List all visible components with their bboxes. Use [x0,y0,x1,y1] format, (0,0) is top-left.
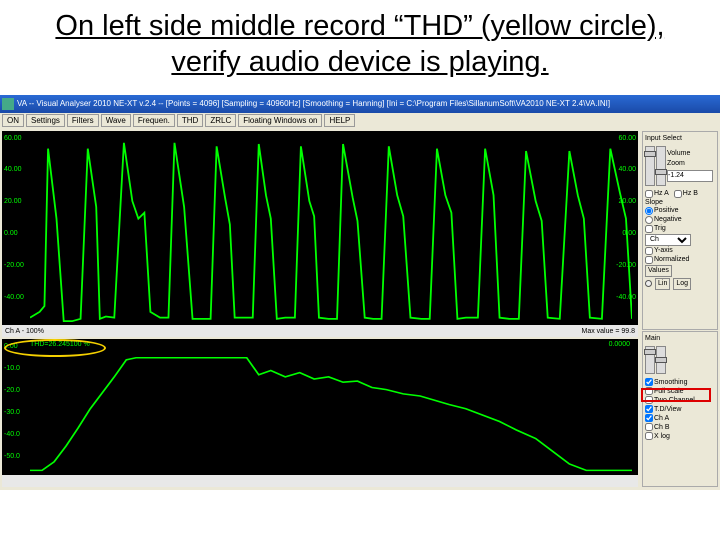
spec-yaxis-left: 0.00 -10.0 -20.0 -30.0 -40.0 -50.0 -60.0 [4,343,28,483]
volume-label: Volume [667,150,713,157]
zrlc-button[interactable]: ZRLC [205,114,236,127]
negative-label: Negative [654,216,682,223]
spectrum-chart: 0.00 -10.0 -20.0 -30.0 -40.0 -50.0 -60.0… [2,339,638,487]
filters-button[interactable]: Filters [67,114,99,127]
fullscale-checkbox[interactable] [645,387,653,395]
wave-button[interactable]: Wave [101,114,131,127]
fullscale-label: Full scale [654,388,684,395]
osc-yaxis-left: 60.00 40.00 20.00 0.00 -20.00 -40.00 -60… [4,135,28,334]
twochannel-checkbox[interactable] [645,396,653,404]
volume-slider[interactable] [645,146,655,186]
lin-button[interactable]: Lin [655,278,670,290]
xlog-checkbox[interactable] [645,432,653,440]
osc-waveform [30,137,632,324]
log-button[interactable]: Log [673,278,691,290]
yaxis-checkbox[interactable] [645,247,653,255]
osc-channel-status: Ch A - 100% [5,328,44,335]
window-titlebar: VA -- Visual Analyser 2010 NE-XT v.2.4 -… [0,95,720,113]
hz-b-checkbox[interactable] [674,190,682,198]
osc-max-value: Max value = 99.8 [581,328,635,335]
smoothing-label: Smoothing [654,379,687,386]
thd-button[interactable]: THD [177,114,203,127]
charts-column: 60.00 40.00 20.00 0.00 -20.00 -40.00 -60… [0,129,640,489]
ch-a-label: Ch A [654,415,669,422]
slope-label: Slope [645,199,715,206]
input-select-panel: Input Select Volume Zoom Hz A Hz B Slope… [642,131,718,331]
normalized-checkbox[interactable] [645,256,653,264]
on-button[interactable]: ON [2,114,24,127]
trig-checkbox[interactable] [645,225,653,233]
volume-zoom-sliders: Volume Zoom [645,143,715,189]
main-slider-1[interactable] [645,346,655,374]
zoom-slider[interactable] [656,146,666,186]
ch-a-checkbox[interactable] [645,414,653,422]
ch-b-checkbox[interactable] [645,423,653,431]
help-button[interactable]: HELP [324,114,355,127]
main-panel-title: Main [645,335,715,342]
twochannel-label: Two Channel [654,397,695,404]
hz-a-label: Hz A [654,190,669,197]
main-slider-2[interactable] [656,346,666,374]
smoothing-checkbox[interactable] [645,378,653,386]
main-area: 60.00 40.00 20.00 0.00 -20.00 -40.00 -60… [0,129,720,489]
yaxis-label: Y-axis [654,247,673,254]
values-button[interactable]: Values [645,265,672,277]
zoom-label: Zoom [667,160,713,167]
positive-radio[interactable] [645,207,653,215]
hz-a-checkbox[interactable] [645,190,653,198]
settings-button[interactable]: Settings [26,114,65,127]
main-options-panel: Main Smoothing Full scale Two Channel T.… [642,331,718,486]
app-icon [2,98,14,110]
input-select-title: Input Select [645,135,715,142]
toolbar: ON Settings Filters Wave Frequen. THD ZR… [0,113,720,129]
normalized-label: Normalized [654,256,689,263]
trig-label: Trig [654,225,666,232]
spec-statusbar [2,475,638,487]
oscilloscope-chart: 60.00 40.00 20.00 0.00 -20.00 -40.00 -60… [2,131,638,338]
right-control-panel: Input Select Volume Zoom Hz A Hz B Slope… [640,129,720,489]
zoom-value-input[interactable] [667,170,713,182]
analyzer-window: VA -- Visual Analyser 2010 NE-XT v.2.4 -… [0,95,720,490]
xlog-label: X log [654,433,670,440]
negative-radio[interactable] [645,216,653,224]
ch-b-label: Ch B [654,424,670,431]
window-title: VA -- Visual Analyser 2010 NE-XT v.2.4 -… [17,99,610,108]
instruction-text: On left side middle record “THD” (yellow… [0,0,720,95]
thd-view-checkbox[interactable] [645,405,653,413]
hz-b-label: Hz B [683,190,698,197]
osc-statusbar: Ch A - 100% Max value = 99.8 [2,325,638,337]
positive-label: Positive [654,207,679,214]
spectrum-trace [30,345,632,473]
thd-view-label: T.D/View [654,406,682,413]
frequency-button[interactable]: Frequen. [133,114,175,127]
floating-windows-button[interactable]: Floating Windows on [238,114,322,127]
led-indicator [645,280,652,287]
channel-select[interactable]: Ch [645,234,691,246]
